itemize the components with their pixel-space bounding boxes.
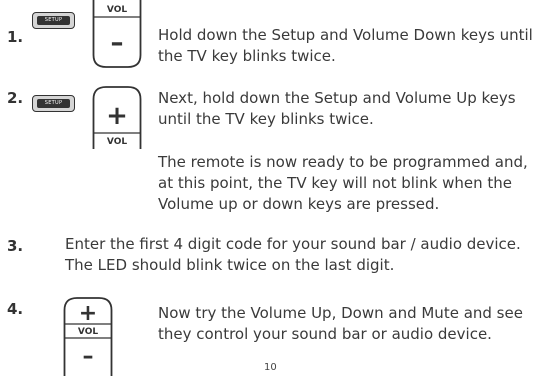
vol-label: VOL: [107, 137, 127, 147]
minus-symbol: –: [111, 28, 124, 58]
minus-symbol: –: [83, 344, 94, 369]
vol-label: VOL: [107, 5, 127, 15]
step-2-text: Next, hold down the Setup and Volume Up …: [158, 89, 516, 128]
plus-symbol: +: [79, 301, 97, 326]
setup-key-label: SETUP: [37, 16, 70, 25]
setup-key-icon: SETUP: [32, 95, 75, 112]
volume-down-key-icon: VOL –: [92, 0, 142, 68]
step-1-number: 1.: [7, 28, 24, 46]
volume-rocker-key-icon: + VOL –: [63, 297, 113, 376]
step-2-number: 2.: [7, 89, 24, 107]
step-4-text: Now try the Volume Up, Down and Mute and…: [158, 304, 523, 343]
volume-up-key-icon: + VOL: [92, 86, 142, 149]
setup-key-icon: SETUP: [32, 12, 75, 29]
plus-symbol: +: [106, 101, 128, 131]
page-number: 10: [264, 362, 277, 373]
step-3-text: Enter the first 4 digit code for your so…: [65, 235, 521, 274]
step-1-text: Hold down the Setup and Volume Down keys…: [158, 26, 533, 65]
step-3-number: 3.: [7, 237, 24, 255]
step-4-number: 4.: [7, 300, 24, 318]
setup-key-label: SETUP: [37, 99, 70, 108]
vol-label: VOL: [78, 327, 98, 337]
step-2-note: The remote is now ready to be programmed…: [158, 153, 528, 213]
